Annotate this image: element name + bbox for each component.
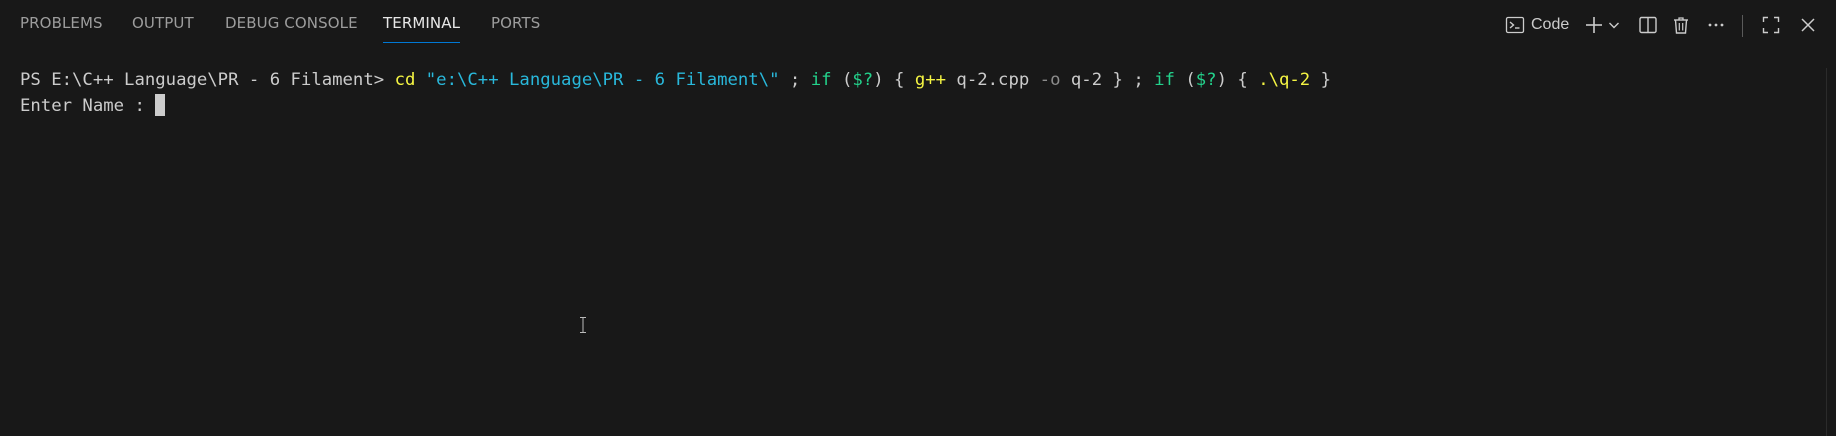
chevron-down-icon [1608,19,1620,31]
cmd-paren-close: ) { [873,70,915,90]
tab-debug-console[interactable]: DEBUG CONSOLE [225,14,358,42]
cmd-status-var-2: $? [1195,70,1217,90]
maximize-panel-button[interactable] [1759,10,1783,40]
terminal-actions: Code [1500,10,1836,40]
cmd-separator: ; [779,70,811,90]
cmd-if-keyword: if [810,70,832,90]
split-icon [1638,15,1658,35]
terminal-cursor [155,94,166,116]
more-icon [1706,15,1726,35]
trash-icon [1671,15,1691,35]
terminal-command-line: PS E:\C++ Language\PR - 6 Filament> cd "… [20,67,1331,93]
input-prompt-text: Enter Name : [20,96,156,116]
kill-terminal-button[interactable] [1669,10,1693,40]
cmd-paren-open: ( [831,70,853,90]
maximize-icon [1761,15,1781,35]
tab-output[interactable]: OUTPUT [132,14,194,42]
cmd-paren-close-2: ) { [1216,70,1259,90]
cmd-output-name: q-2 } ; [1060,70,1155,90]
cmd-status-var: $? [852,70,874,90]
split-terminal-button[interactable] [1636,10,1660,40]
cmd-path-string: "e:\C++ Language\PR - 6 Filament\" [425,70,780,90]
tab-terminal[interactable]: TERMINAL [383,14,461,43]
cmd-brace-close: } [1310,70,1332,90]
cmd-paren-open-2: ( [1174,70,1196,90]
cmd-space [415,70,425,90]
close-panel-button[interactable] [1796,10,1820,40]
terminal-panel: PROBLEMS OUTPUT DEBUG CONSOLE TERMINAL P… [0,0,1836,436]
more-actions-button[interactable] [1703,10,1729,40]
add-icon [1584,15,1604,35]
terminal-input-line[interactable]: Enter Name : [20,93,166,119]
cmd-source-file: q-2.cpp [946,70,1040,90]
terminal-name-label: Code [1531,16,1570,33]
terminal-selector[interactable]: Code [1505,10,1577,40]
cmd-gpp: g++ [914,70,947,90]
terminal-dropdown-button[interactable] [1606,10,1622,40]
cmd-cd: cd [394,70,416,90]
tab-ports[interactable]: PORTS [491,14,540,42]
text-cursor-icon [578,316,588,334]
new-terminal-button[interactable] [1582,10,1606,40]
tab-problems[interactable]: PROBLEMS [20,14,103,42]
terminal-scrollbar[interactable] [1826,68,1836,436]
cmd-if-keyword-2: if [1154,70,1175,90]
toolbar-divider [1742,15,1743,37]
terminal-icon [1505,15,1525,35]
cmd-executable: .\q-2 [1258,70,1311,90]
close-icon [1799,16,1817,34]
terminal-output[interactable]: PS E:\C++ Language\PR - 6 Filament> cd "… [0,48,1836,436]
cmd-output-flag: -o [1039,70,1061,90]
prompt-text: PS E:\C++ Language\PR - 6 Filament> [20,70,395,90]
